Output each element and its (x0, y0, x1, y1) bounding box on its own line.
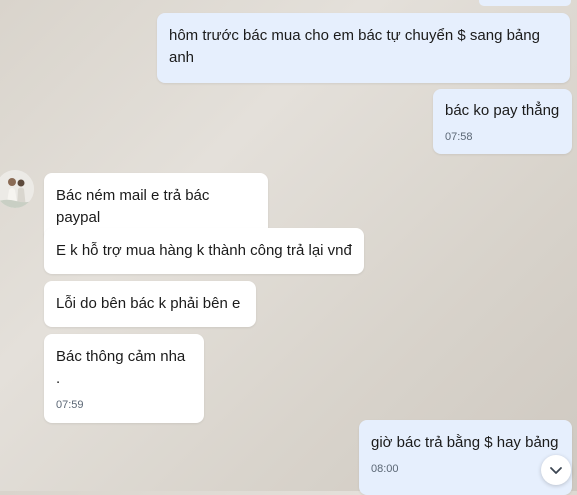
previous-message-edge (479, 0, 571, 6)
message-timestamp: 08:00 (371, 463, 399, 475)
message-bubble-outgoing[interactable]: giờ bác trả bằng $ hay bảng 08:00 (359, 420, 572, 495)
scroll-to-bottom-button[interactable] (541, 455, 571, 485)
message-bubble-outgoing[interactable]: bác ko pay thẳng 07:58 (433, 89, 572, 154)
message-text: Bác thông cảm nha . (56, 348, 190, 387)
message-text: bác ko pay thẳng (445, 102, 560, 119)
message-timestamp: 07:58 (445, 131, 473, 143)
message-timestamp: 07:59 (56, 399, 84, 411)
message-text: E k hỗ trợ mua hàng k thành công trả lại… (56, 242, 352, 259)
message-bubble-incoming[interactable]: E k hỗ trợ mua hàng k thành công trả lại… (44, 228, 364, 274)
message-text: Bác ném mail e trả bác paypal (56, 187, 214, 226)
message-bubble-outgoing[interactable]: hôm trước bác mua cho em bác tự chuyển $… (157, 13, 570, 83)
contact-avatar[interactable] (0, 170, 34, 208)
message-text: giờ bác trả bằng $ hay bảng (371, 434, 559, 451)
avatar-image (0, 170, 34, 208)
message-text: Lỗi do bên bác k phải bên e (56, 295, 241, 312)
chat-conversation: hôm trước bác mua cho em bác tự chuyển $… (0, 0, 577, 495)
message-bubble-incoming[interactable]: Lỗi do bên bác k phải bên e (44, 281, 256, 327)
chevron-down-icon (550, 467, 562, 474)
message-bubble-incoming[interactable]: Bác thông cảm nha . 07:59 (44, 334, 204, 423)
message-text: hôm trước bác mua cho em bác tự chuyển $… (169, 27, 545, 66)
